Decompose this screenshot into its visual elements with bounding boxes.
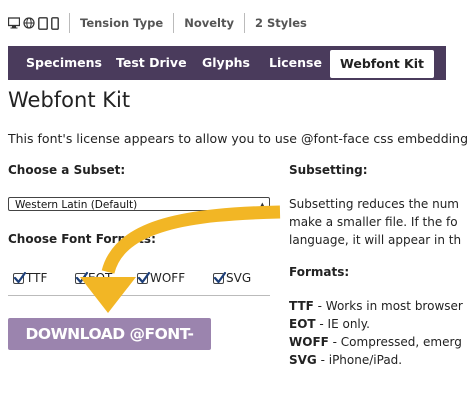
- phone-icon[interactable]: [51, 16, 59, 30]
- top-bar: Tension Type Novelty 2 Styles: [8, 12, 317, 34]
- tab-webfont-kit[interactable]: Webfont Kit: [330, 50, 434, 78]
- format-note-ttf: TTF - Works in most browser: [289, 299, 463, 313]
- tablet-icon[interactable]: [38, 16, 48, 30]
- format-note-text: - Works in most browser: [313, 299, 463, 313]
- subset-select[interactable]: Western Latin (Default) ▲: [8, 197, 270, 211]
- formats-heading: Formats:: [289, 265, 350, 279]
- format-note-text: - iPhone/iPad.: [316, 353, 403, 367]
- tab-specimens[interactable]: Specimens: [26, 46, 102, 80]
- device-icons: [8, 13, 70, 33]
- breadcrumb-styles[interactable]: 2 Styles: [245, 13, 317, 33]
- tab-license[interactable]: License: [269, 46, 322, 80]
- subsetting-line-3: language, it will appear in th: [289, 233, 462, 247]
- checkbox-woff[interactable]: [137, 271, 151, 284]
- subset-label: Choose a Subset:: [8, 163, 126, 177]
- format-option-woff[interactable]: WOFF: [137, 271, 185, 285]
- globe-icon[interactable]: [23, 17, 35, 29]
- tab-test-drive[interactable]: Test Drive: [116, 46, 187, 80]
- format-note-text: - IE only.: [315, 317, 370, 331]
- format-note-svg: SVG - iPhone/iPad.: [289, 353, 402, 367]
- download-kit-button[interactable]: DOWNLOAD @FONT-FACE KIT: [8, 318, 211, 375]
- format-label-woff: WOFF: [150, 271, 186, 285]
- format-note-woff: WOFF - Compressed, emerg: [289, 335, 462, 349]
- page-title: Webfont Kit: [8, 88, 131, 112]
- select-arrow-icon: ▲: [259, 201, 265, 209]
- format-option-svg[interactable]: SVG: [213, 271, 251, 285]
- breadcrumb-foundry[interactable]: Tension Type: [70, 13, 175, 33]
- subset-select-value: Western Latin (Default): [15, 199, 138, 211]
- subsetting-line-2: make a smaller file. If the fo: [289, 215, 458, 229]
- format-note-text: - Compressed, emerg: [328, 335, 462, 349]
- checkbox-eot[interactable]: [75, 271, 89, 284]
- format-option-eot[interactable]: EOT: [75, 271, 112, 285]
- format-label-ttf: TTF: [26, 271, 48, 285]
- formats-label: Choose Font Formats:: [8, 232, 156, 246]
- subsetting-heading: Subsetting:: [289, 163, 368, 177]
- divider: [8, 295, 270, 296]
- format-note-name: SVG: [289, 353, 317, 367]
- subsetting-line-1: Subsetting reduces the num: [289, 197, 459, 211]
- tab-glyphs[interactable]: Glyphs: [202, 46, 250, 80]
- desktop-icon[interactable]: [8, 17, 20, 29]
- format-note-name: EOT: [289, 317, 316, 331]
- format-note-name: TTF: [289, 299, 314, 313]
- format-label-svg: SVG: [226, 271, 252, 285]
- breadcrumb-category[interactable]: Novelty: [174, 13, 245, 33]
- format-note-name: WOFF: [289, 335, 329, 349]
- checkbox-svg[interactable]: [213, 271, 227, 284]
- license-intro-text: This font's license appears to allow you…: [8, 131, 467, 146]
- format-option-ttf[interactable]: TTF: [13, 271, 47, 285]
- format-label-eot: EOT: [88, 271, 113, 285]
- format-note-eot: EOT - IE only.: [289, 317, 370, 331]
- checkbox-ttf[interactable]: [13, 271, 27, 284]
- tab-bar: Specimens Test Drive Glyphs License Webf…: [8, 46, 446, 80]
